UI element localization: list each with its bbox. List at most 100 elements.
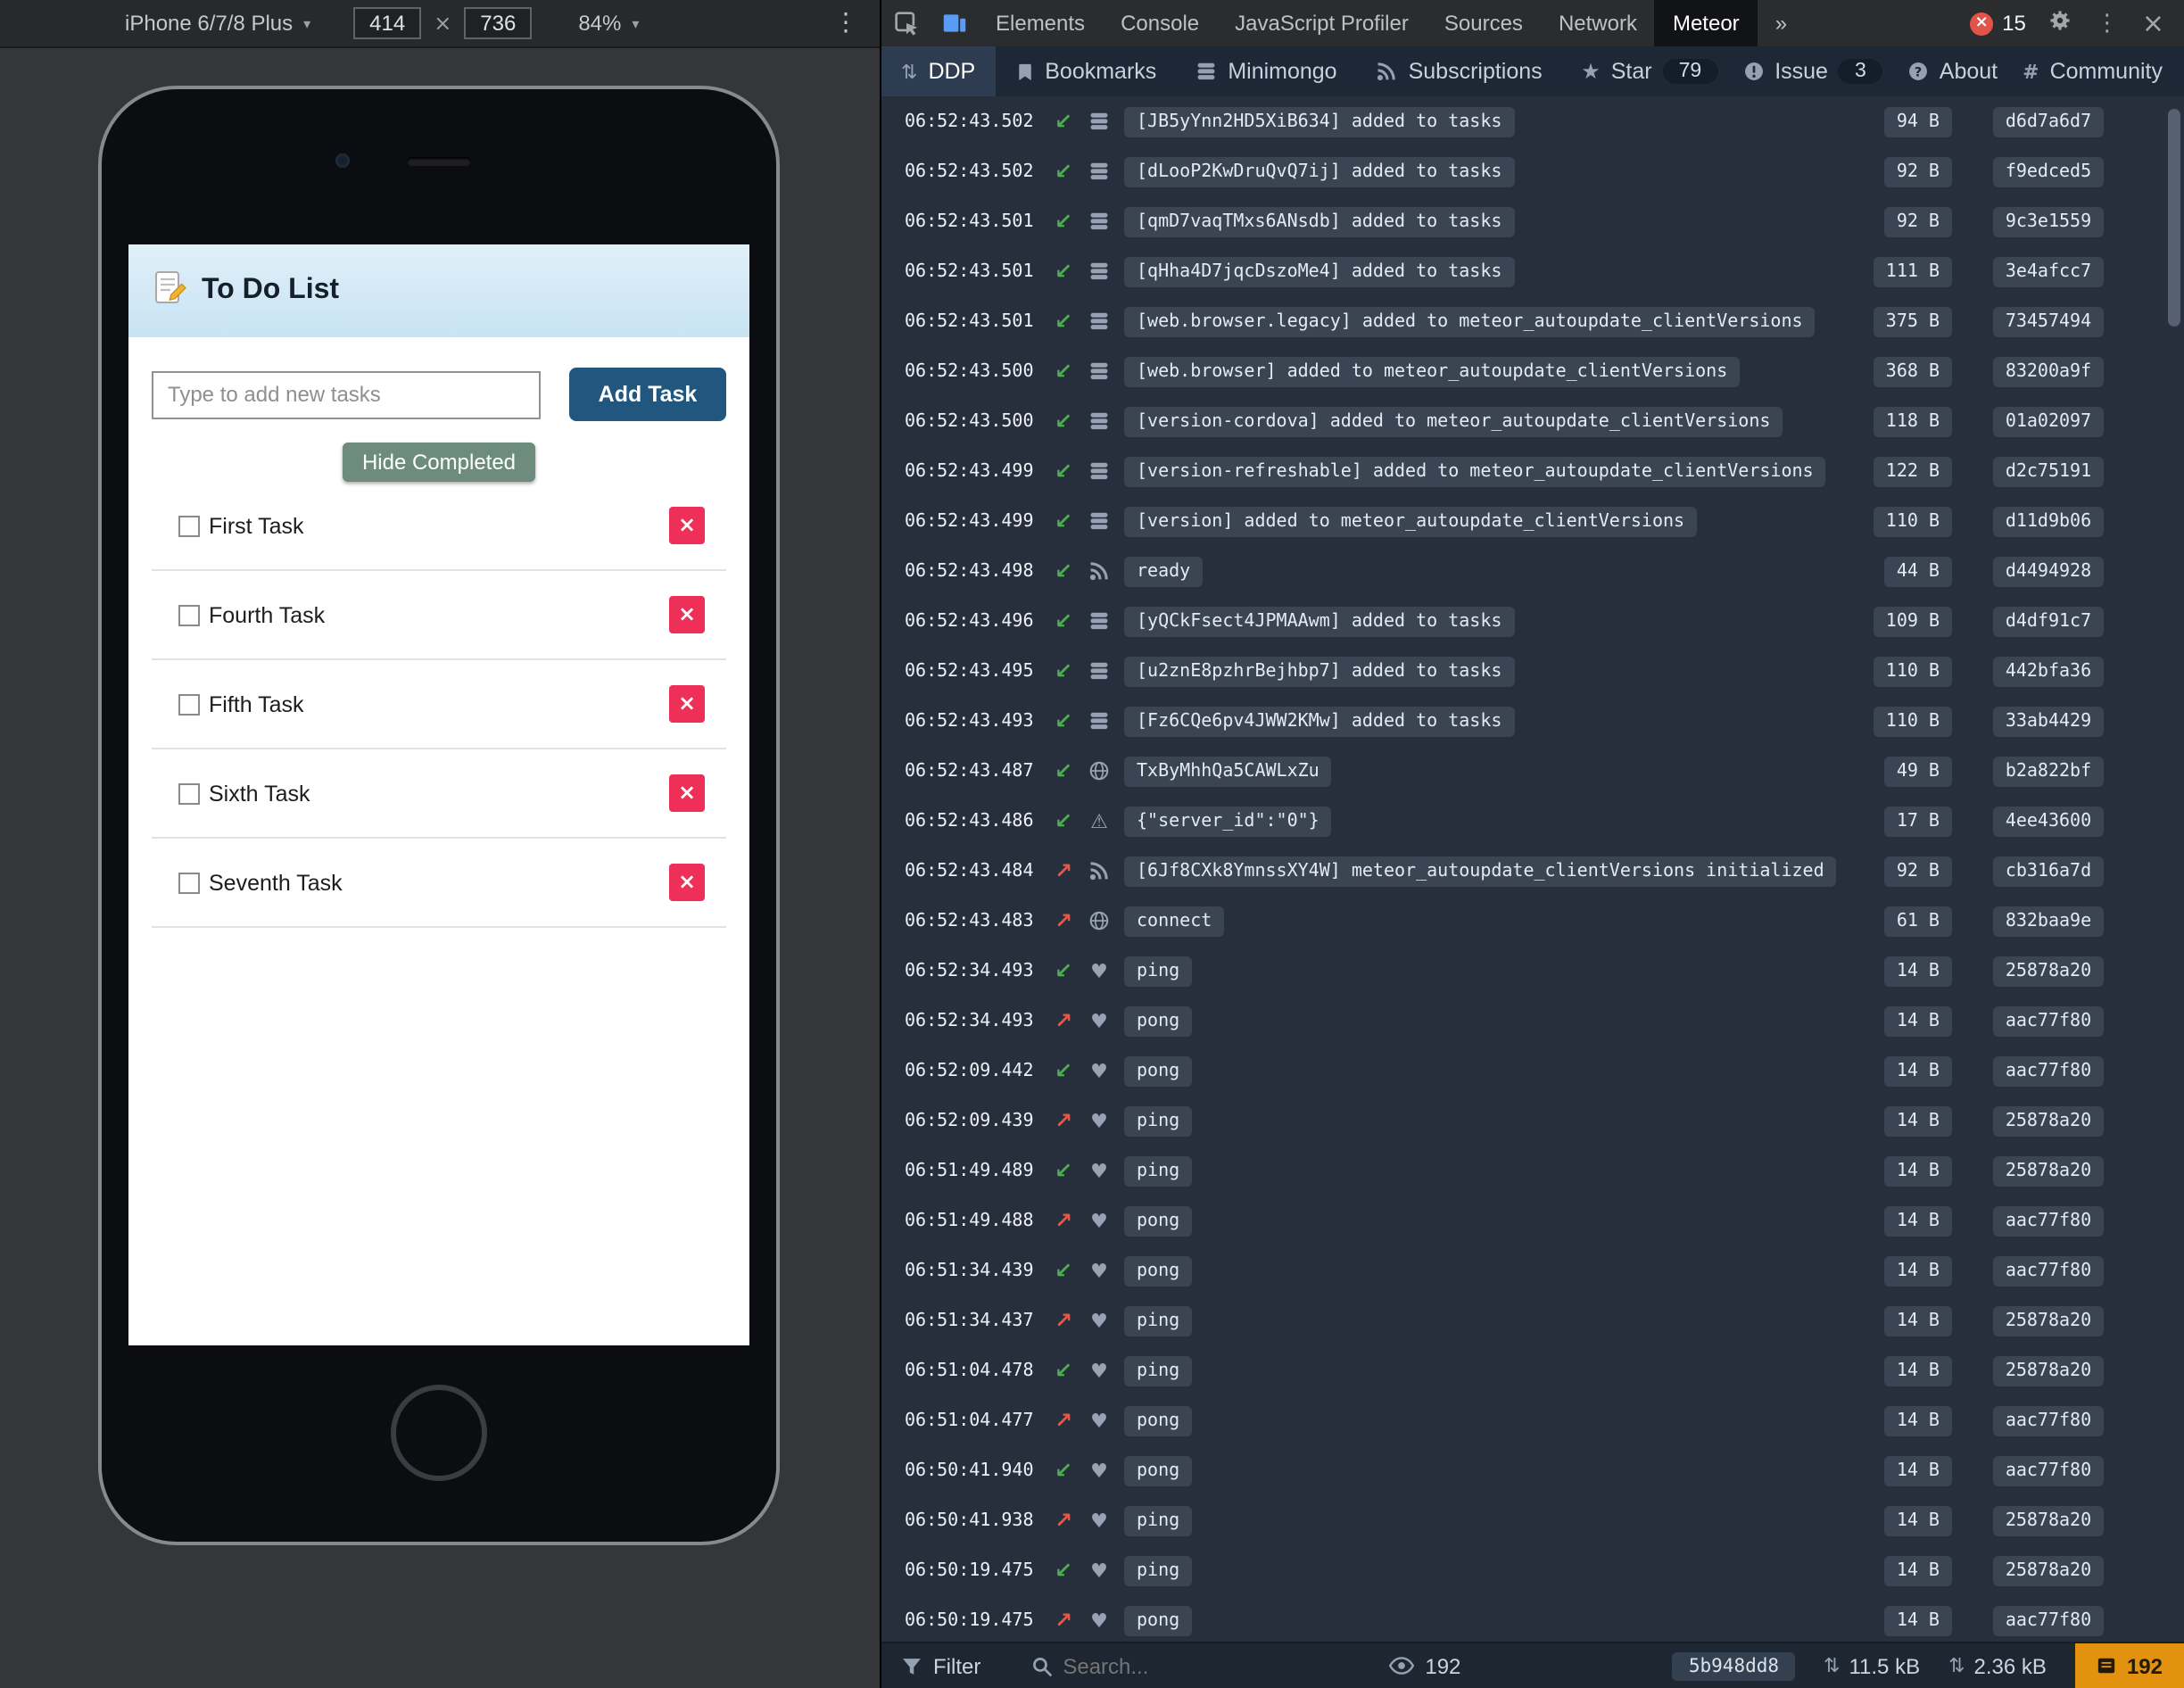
ddp-log-row[interactable]: 06:52:43.499↙[version] added to meteor_a… (881, 496, 2184, 546)
more-tabs-chevron[interactable]: » (1758, 0, 1805, 46)
transfer-arrows-icon: ⇅ (1948, 1654, 1965, 1677)
zoom-level: 84% (578, 11, 621, 36)
ddp-log-row[interactable]: 06:52:43.486↙⚠{"server_id":"0"}17 B4ee43… (881, 796, 2184, 846)
ddp-log-row[interactable]: 06:51:34.437↗♥ping14 B25878a20 (881, 1295, 2184, 1345)
tab-elements[interactable]: Elements (978, 0, 1103, 46)
message-hash: 25878a20 (1993, 1155, 2104, 1186)
ddp-log-row[interactable]: 06:51:34.439↙♥pong14 Baac77f80 (881, 1245, 2184, 1295)
tab-network[interactable]: Network (1541, 0, 1655, 46)
total-message-count: 192 (2127, 1653, 2163, 1678)
arrow-received-icon: ↙ (1047, 1358, 1080, 1383)
message-size: 14 B (1884, 1055, 1952, 1086)
message-hash-cell: b2a822bf (1984, 756, 2113, 786)
tab-javascript-profiler[interactable]: JavaScript Profiler (1217, 0, 1427, 46)
task-checkbox[interactable] (178, 515, 200, 536)
ddp-log-row[interactable]: 06:51:49.488↗♥pong14 Baac77f80 (881, 1196, 2184, 1245)
meteor-tab-subscriptions[interactable]: Subscriptions (1357, 46, 1562, 96)
message-size: 94 B (1884, 106, 1952, 137)
visible-messages-toggle[interactable]: 192 (1387, 1653, 1460, 1678)
task-delete-button[interactable]: × (669, 685, 705, 723)
meteor-link-label: Star (1611, 59, 1652, 84)
ddp-log-row[interactable]: 06:52:34.493↙♥ping14 B25878a20 (881, 946, 2184, 996)
ddp-log-row[interactable]: 06:50:41.938↗♥ping14 B25878a20 (881, 1495, 2184, 1545)
task-checkbox[interactable] (178, 693, 200, 715)
scrollbar-thumb[interactable] (2168, 109, 2180, 327)
meteor-link-issue[interactable]: Issue3 (1742, 59, 1882, 84)
device-height-input[interactable] (464, 7, 532, 39)
session-id-badge[interactable]: 5b948dd8 (1673, 1651, 1795, 1680)
arrow-received-icon: ↙ (1047, 708, 1080, 733)
broadcast-icon (1377, 61, 1398, 82)
message-size: 14 B (1884, 1155, 1952, 1186)
ddp-log-row[interactable]: 06:52:43.499↙[version-refreshable] added… (881, 446, 2184, 496)
task-delete-button[interactable]: × (669, 774, 705, 812)
phone-speaker (407, 157, 471, 166)
meteor-tab-minimongo[interactable]: Minimongo (1176, 46, 1356, 96)
search-input[interactable] (1063, 1653, 1277, 1678)
arrow-received-icon: ↙ (1047, 958, 1080, 983)
heart-icon: ♥ (1080, 1609, 1119, 1632)
ddp-message: pong (1124, 1255, 1192, 1286)
meteor-link-community[interactable]: #Community (2023, 59, 2163, 84)
ddp-log-row[interactable]: 06:51:04.478↙♥ping14 B25878a20 (881, 1345, 2184, 1395)
meteor-link-about[interactable]: ?About (1907, 59, 1998, 84)
ddp-log-row[interactable]: 06:50:19.475↙♥ping14 B25878a20 (881, 1545, 2184, 1595)
meteor-tab-bookmarks[interactable]: Bookmarks (995, 46, 1176, 96)
task-delete-button[interactable]: × (669, 864, 705, 901)
tab-meteor[interactable]: Meteor (1655, 0, 1758, 46)
ddp-log-row[interactable]: 06:52:43.500↙[web.browser] added to mete… (881, 346, 2184, 396)
hide-completed-button[interactable]: Hide Completed (343, 443, 535, 482)
ddp-log-row[interactable]: 06:52:09.439↗♥ping14 B25878a20 (881, 1096, 2184, 1146)
tab-console[interactable]: Console (1103, 0, 1217, 46)
meteor-link-star[interactable]: ★Star79 (1581, 59, 1717, 84)
kebab-menu-icon[interactable]: ⋮ (2096, 10, 2119, 37)
device-toolbar-toggle-icon[interactable] (930, 0, 978, 46)
new-task-input[interactable] (152, 370, 541, 418)
ddp-message: ready (1124, 556, 1203, 586)
ddp-log-row[interactable]: 06:52:43.483↗connect61 B832baa9e (881, 896, 2184, 946)
database-icon (1080, 111, 1119, 132)
device-width-input[interactable] (353, 7, 421, 39)
ddp-log-row[interactable]: 06:52:43.487↙TxByMhhQa5CAWLxZu49 Bb2a822… (881, 746, 2184, 796)
device-toolbar-menu-icon[interactable]: ⋮ (833, 9, 858, 37)
ddp-log-row[interactable]: 06:52:43.501↙[qHha4D7jqcDszoMe4] added t… (881, 246, 2184, 296)
ddp-log-row[interactable]: 06:52:34.493↗♥pong14 Baac77f80 (881, 996, 2184, 1046)
ddp-log-row[interactable]: 06:52:09.442↙♥pong14 Baac77f80 (881, 1046, 2184, 1096)
close-icon[interactable]: × (2142, 7, 2164, 39)
devtools-tabbar-controls: × 15 ⋮ × (1970, 7, 2184, 39)
ddp-log-row[interactable]: 06:52:43.501↙[web.browser.legacy] added … (881, 296, 2184, 346)
message-hash: 4ee43600 (1993, 806, 2104, 836)
ddp-log-row[interactable]: 06:52:43.496↙[yQCkFsect4JPMAAwm] added t… (881, 596, 2184, 646)
zoom-selector[interactable]: 84% ▾ (578, 11, 639, 36)
ddp-log-row[interactable]: 06:50:19.475↗♥pong14 Baac77f80 (881, 1595, 2184, 1642)
ddp-log-row[interactable]: 06:50:41.940↙♥pong14 Baac77f80 (881, 1445, 2184, 1495)
ddp-log-row[interactable]: 06:52:43.501↙[qmD7vaqTMxs6ANsdb] added t… (881, 196, 2184, 246)
inspect-element-icon[interactable] (881, 0, 930, 46)
task-delete-button[interactable]: × (669, 507, 705, 544)
tab-sources[interactable]: Sources (1427, 0, 1541, 46)
device-selector[interactable]: iPhone 6/7/8 Plus ▾ (125, 11, 310, 36)
ddp-log-row[interactable]: 06:52:43.502↙[JB5yYnn2HD5XiB634] added t… (881, 96, 2184, 146)
add-task-button[interactable]: Add Task (569, 368, 726, 421)
message-hash: f9edced5 (1993, 156, 2104, 186)
filter-button[interactable]: Filter (901, 1653, 980, 1678)
task-checkbox[interactable] (178, 872, 200, 893)
ddp-log-row[interactable]: 06:51:04.477↗♥pong14 Baac77f80 (881, 1395, 2184, 1445)
ddp-log-row[interactable]: 06:52:43.484↗[6Jf8CXk8YmnssXY4W] meteor_… (881, 846, 2184, 896)
ddp-log-row[interactable]: 06:52:43.493↙[Fz6CQe6pv4JWW2KMw] added t… (881, 696, 2184, 746)
task-delete-button[interactable]: × (669, 596, 705, 633)
ddp-log-row[interactable]: 06:52:43.498↙ready44 Bd4494928 (881, 546, 2184, 596)
ddp-log-row[interactable]: 06:51:49.489↙♥ping14 B25878a20 (881, 1146, 2184, 1196)
ddp-log-row[interactable]: 06:52:43.500↙[version-cordova] added to … (881, 396, 2184, 446)
ddp-log-row[interactable]: 06:52:43.495↙[u2znE8pzhrBejhbp7] added t… (881, 646, 2184, 696)
gear-icon[interactable] (2049, 9, 2072, 37)
message-hash-cell: 73457494 (1984, 306, 2113, 336)
meteor-tab-ddp[interactable]: ⇅DDP (881, 46, 995, 96)
ddp-log-row[interactable]: 06:52:43.502↙[dLooP2KwDruQvQ7ij] added t… (881, 146, 2184, 196)
task-checkbox[interactable] (178, 782, 200, 804)
message-hash-cell: aac77f80 (1984, 1205, 2113, 1236)
total-messages-badge[interactable]: 192 (2075, 1643, 2184, 1688)
error-count-badge[interactable]: × 15 (1970, 11, 2026, 36)
task-checkbox[interactable] (178, 604, 200, 625)
timestamp: 06:50:19.475 (905, 1560, 1047, 1580)
